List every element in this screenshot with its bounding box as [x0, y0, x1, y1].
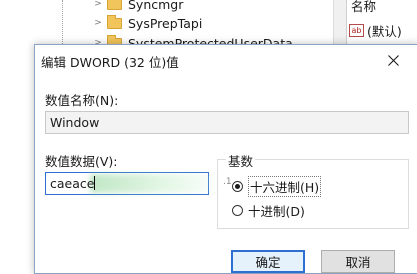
redaction-blur	[90, 174, 218, 193]
key-tree: > Syncmgr > SysPrepTapi > SystemProtecte…	[0, 0, 345, 51]
text-caret	[94, 176, 96, 190]
dialog-title: 编辑 DWORD (32 位)值	[41, 55, 179, 70]
tree-connector-line	[62, 0, 63, 44]
ok-button[interactable]: 确定	[231, 250, 305, 273]
close-icon	[387, 54, 399, 66]
expand-chevron-icon[interactable]: >	[92, 0, 104, 9]
cancel-button[interactable]: 取消	[321, 250, 395, 273]
radio-unselected-icon	[232, 205, 243, 216]
column-header-name[interactable]: 名称	[351, 0, 376, 14]
string-value-icon: ab	[349, 23, 364, 37]
edit-dword-dialog: 编辑 DWORD (32 位)值 数值名称(N): Window 数值数据(V)…	[34, 44, 417, 274]
value-name-label: 数值名称(N):	[45, 93, 119, 108]
tree-item[interactable]: > Syncmgr	[92, 0, 183, 14]
value-row-default[interactable]: ab (默认)	[349, 20, 402, 40]
folder-icon	[107, 0, 122, 10]
radio-hexadecimal[interactable]: .1 十六进制(H)	[223, 176, 322, 197]
cancel-button-label: 取消	[345, 255, 371, 270]
expand-chevron-icon[interactable]: >	[92, 18, 104, 28]
value-data-field[interactable]: caeace	[45, 172, 218, 195]
close-button[interactable]	[373, 45, 413, 75]
base-group-title: 基数	[226, 151, 256, 170]
value-name-field[interactable]: Window	[45, 111, 409, 134]
dialog-title-bar[interactable]: 编辑 DWORD (32 位)值	[35, 45, 417, 75]
value-name-text: Window	[50, 115, 100, 130]
ok-button-label: 确定	[255, 255, 281, 270]
value-data-text: caeace	[50, 176, 95, 191]
value-data-label: 数值数据(V):	[45, 154, 118, 169]
base-group: 基数 .1 十六进制(H) 十进制(D)	[217, 151, 409, 229]
radio-decimal[interactable]: 十进制(D)	[232, 201, 305, 220]
folder-icon	[107, 14, 122, 29]
focus-indicator-icon: .1	[223, 177, 232, 187]
tree-item[interactable]: > SysPrepTapi	[92, 13, 202, 33]
radio-selected-icon	[232, 181, 243, 192]
